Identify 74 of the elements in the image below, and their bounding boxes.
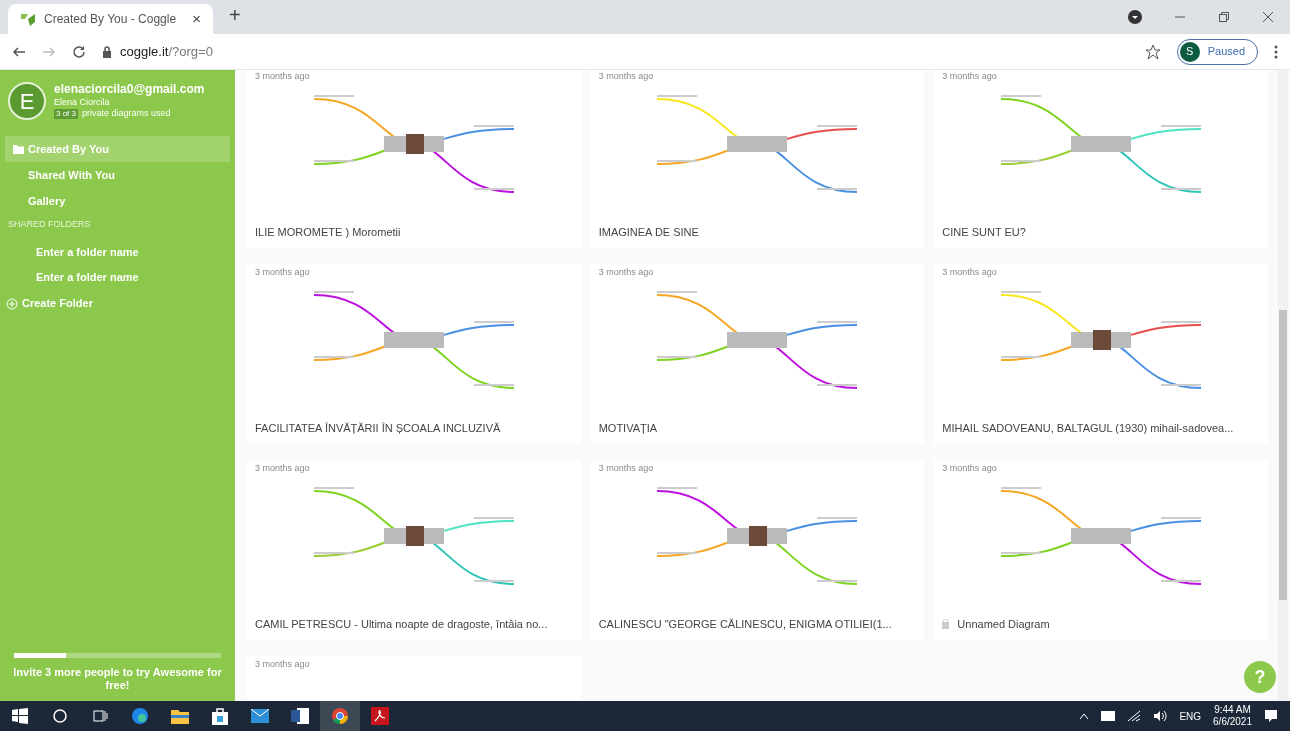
diagram-title: MIHAIL SADOVEANU, BALTAGUL (1930) mihail-sadovea...: [942, 420, 1234, 436]
shopping-bag-icon[interactable]: [212, 707, 228, 725]
lock-icon: [942, 618, 950, 629]
profile-avatar: S: [1179, 41, 1200, 62]
profile-status: Paused: [1207, 44, 1245, 60]
new-tab-button[interactable]: +: [229, 0, 241, 30]
diagram-age: 3 months ago: [255, 462, 311, 475]
diagram-title: Unnamed Diagram: [957, 616, 1050, 632]
section-heading: SHARED FOLDERS: [7, 218, 92, 231]
diagram-card[interactable]: 3 months ago IMAGINEA DE SINE: [590, 70, 925, 248]
chevron-up-icon[interactable]: [1079, 712, 1090, 720]
speaker-icon[interactable]: [1153, 710, 1168, 722]
diagram-title: CAMIL PETRESCU - Ultima noapte de dragoste, întâia no...: [255, 616, 548, 632]
diagram-card[interactable]: 3 months ago CINE SUNT EU?: [934, 70, 1268, 248]
diagram-card[interactable]: 3 months ago MOTIVAȚIA: [590, 264, 925, 444]
diagram-age: 3 months ago: [255, 266, 311, 279]
user-name: Elena Ciorcila: [54, 97, 111, 109]
windows-start-icon[interactable]: [12, 708, 28, 724]
diagram-age: 3 months ago: [942, 462, 998, 475]
diagram-title: ILIE MOROMETE ) Morometii: [255, 224, 401, 240]
back-icon[interactable]: [12, 44, 26, 59]
url-text: coggle.it/?org=0: [120, 42, 213, 61]
user-email: elenaciorcila0@gmail.com: [54, 82, 205, 97]
diagram-age: 3 months ago: [255, 70, 311, 83]
menu-icon[interactable]: [1274, 44, 1278, 59]
chrome-icon[interactable]: [331, 707, 349, 725]
close-icon[interactable]: [1262, 11, 1274, 23]
diagram-card[interactable]: 3 months ago MIHAIL SADOVEANU, BALTAGUL (1930) mihail-sadovea...: [934, 264, 1268, 444]
notification-icon[interactable]: [1264, 709, 1278, 723]
pdf-icon[interactable]: [371, 707, 389, 725]
user-avatar: E: [8, 82, 46, 120]
battery-icon[interactable]: [1101, 711, 1116, 721]
tab-title: Created By You - Coggle: [44, 11, 178, 28]
diagram-title: CALINESCU "GEORGE CĂLINESCU, ENIGMA OTILIEI(1...: [598, 616, 892, 632]
diagram-card[interactable]: 3 months ago: [247, 656, 581, 701]
extension-icon[interactable]: [1128, 10, 1142, 24]
diagram-card[interactable]: 3 months ago FACILITATEA ÎNVĂȚĂRII ÎN ȘCOALA INCLUZIVĂ: [247, 264, 581, 444]
document-icon[interactable]: [291, 708, 309, 724]
scrollbar[interactable]: [1278, 70, 1288, 701]
diagram-age: 3 months ago: [942, 266, 998, 279]
invite-text: Invite 3 more people to try Awesome for free!: [12, 664, 223, 694]
plus-icon: [6, 297, 18, 310]
diagram-title: CINE SUNT EU?: [942, 224, 1026, 240]
usage-text: private diagrams used: [82, 108, 171, 120]
diagram-age: 3 months ago: [598, 462, 655, 475]
language-indicator[interactable]: ENG: [1179, 708, 1202, 724]
reload-icon[interactable]: [72, 44, 86, 59]
restore-icon[interactable]: [1218, 11, 1230, 23]
task-view-icon[interactable]: [92, 708, 108, 724]
diagram-card[interactable]: 3 months ago Unnamed Diagram: [934, 460, 1268, 640]
lock-icon: [102, 45, 112, 58]
envelope-icon[interactable]: [251, 709, 269, 723]
star-icon[interactable]: [1144, 43, 1161, 60]
diagram-title: IMAGINEA DE SINE: [598, 224, 699, 240]
diagram-title: FACILITATEA ÎNVĂȚĂRII ÎN ȘCOALA INCLUZIVĂ: [255, 420, 501, 436]
wifi-icon[interactable]: [1127, 710, 1142, 722]
folder-icon: [13, 144, 24, 154]
browser-icon[interactable]: [131, 707, 149, 725]
address-bar[interactable]: coggle.it/?org=0: [94, 37, 1129, 66]
leaf-icon: [20, 11, 36, 27]
diagram-age: 3 months ago: [255, 658, 311, 671]
tab-close-button[interactable]: ×: [192, 7, 201, 31]
diagram-title: MOTIVAȚIA: [598, 420, 658, 436]
diagram-card[interactable]: 3 months ago CAMIL PETRESCU - Ultima noapte de dragoste, întâia no...: [247, 460, 581, 640]
clock[interactable]: 9:44 AM 6/6/2021: [1213, 703, 1252, 729]
folder-icon[interactable]: [171, 708, 189, 724]
search-icon[interactable]: [52, 708, 68, 724]
usage-count: 3 of 3: [54, 108, 78, 119]
diagram-card[interactable]: 3 months ago ILIE MOROMETE ) Morometii: [247, 70, 581, 248]
browser-tab[interactable]: Created By You - Coggle ×: [8, 4, 213, 34]
diagram-age: 3 months ago: [942, 70, 998, 83]
diagram-card[interactable]: 3 months ago CALINESCU "GEORGE CĂLINESCU, ENIGMA OTILIEI(1...: [590, 460, 925, 640]
diagram-age: 3 months ago: [598, 70, 655, 83]
diagram-age: 3 months ago: [598, 266, 655, 279]
